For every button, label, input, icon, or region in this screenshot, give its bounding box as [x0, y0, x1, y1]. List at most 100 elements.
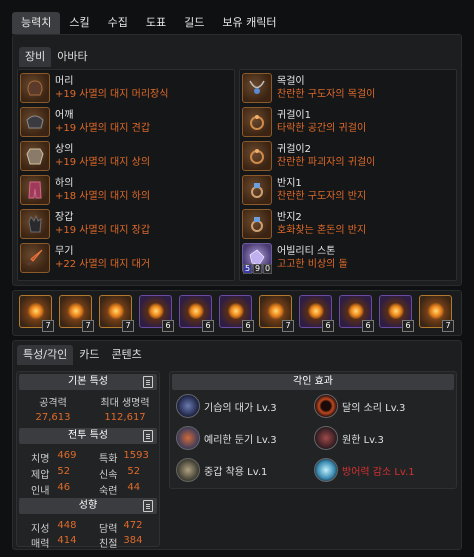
gem-slot[interactable]: 7: [19, 295, 54, 332]
gem-icon: [148, 303, 164, 319]
equip-slot-shoulder[interactable]: 어깨 +19 사멸의 대지 견갑: [20, 105, 150, 139]
tab-skills[interactable]: 스킬: [60, 12, 98, 34]
stat-value: 44: [127, 482, 141, 493]
equip-slot-chest[interactable]: 상의 +19 사멸의 대지 상의: [20, 139, 150, 173]
gem-slot[interactable]: 7: [259, 295, 294, 332]
equip-slot-necklace[interactable]: 목걸이 찬란한 구도자의 목걸이: [242, 71, 375, 105]
stat-label: 특화: [99, 454, 118, 465]
gem-slot[interactable]: 6: [379, 295, 414, 332]
engraving-item[interactable]: 원한 Lv.3: [314, 424, 384, 452]
equip-desc: 찬란한 구도자의 반지: [277, 191, 367, 202]
equip-name: 반지1: [277, 178, 302, 189]
top-nav: 능력치 스킬 수집 도표 길드 보유 캐릭터: [12, 12, 285, 34]
gem-slot[interactable]: 6: [219, 295, 254, 332]
equip-desc: +19 사멸의 대지 견갑: [55, 123, 151, 134]
equipment-left-column: 머리 +19 사멸의 대지 머리장식 어깨 +19 사멸의 대지 견갑 상의 +…: [17, 69, 235, 281]
gloves-icon: [20, 209, 50, 239]
gem-icon: [108, 303, 124, 319]
engraving-name: 달의 소리 Lv.3: [342, 402, 406, 414]
engraving-item[interactable]: 달의 소리 Lv.3: [314, 392, 405, 420]
gem-slot[interactable]: 7: [99, 295, 134, 332]
tendency-kindness: 친절 384: [99, 535, 143, 550]
stat-swiftness: 신속 52: [99, 466, 140, 481]
equipment-panel: 장비 아바타 머리 +19 사멸의 대지 머리장식 어깨 +19 사멸의 대지 …: [12, 34, 462, 286]
hp-label: 최대 생명력: [100, 398, 150, 409]
equip-slot-earring2[interactable]: 귀걸이2 찬란한 파괴자의 귀걸이: [242, 139, 375, 173]
stat-value: 414: [57, 535, 77, 546]
engraving-name: 기습의 대가 Lv.3: [204, 402, 277, 414]
equip-name: 머리: [55, 76, 74, 87]
equip-name: 하의: [55, 178, 74, 189]
equip-slot-head[interactable]: 머리 +19 사멸의 대지 머리장식: [20, 71, 168, 105]
tab-codex[interactable]: 도표: [137, 12, 175, 34]
equip-slot-earring1[interactable]: 귀걸이1 타락한 공간의 귀걸이: [242, 105, 366, 139]
gem-level: 6: [402, 320, 414, 332]
ability-stone-badges: 5 9 0: [243, 264, 273, 274]
engraving-item[interactable]: 예리한 둔기 Lv.3: [176, 424, 277, 452]
engraving-item[interactable]: 기습의 대가 Lv.3: [176, 392, 277, 420]
gem-row: 7 7 7 6 6 6 7 6 6 6 7: [12, 290, 462, 336]
stat-label: 인내: [31, 486, 50, 497]
engraving-name: 예리한 둔기 Lv.3: [204, 434, 277, 446]
tab-characters[interactable]: 보유 캐릭터: [213, 12, 285, 34]
tab-traits-engravings[interactable]: 특성/각인: [17, 345, 74, 365]
equip-slot-ring2[interactable]: 반지2 호화찾는 혼돈의 반지: [242, 207, 366, 241]
equip-slot-gloves[interactable]: 장갑 +19 사멸의 대지 장갑: [20, 207, 150, 241]
engravings-header: 각인 효과: [172, 374, 454, 390]
tab-avatar[interactable]: 아바타: [51, 47, 93, 67]
ring-icon: [242, 209, 272, 239]
gem-slot[interactable]: 7: [59, 295, 94, 332]
tab-equipment[interactable]: 장비: [19, 47, 52, 67]
document-icon[interactable]: [143, 430, 153, 442]
tab-collection[interactable]: 수집: [99, 12, 137, 34]
equip-slot-ability-stone[interactable]: 5 9 0 어빌리티 스톤 고고한 비상의 돌: [242, 241, 348, 275]
stat-label: 친절: [99, 539, 118, 550]
basic-stats-title: 기본 특성: [68, 376, 108, 387]
engravings-card: 각인 효과 기습의 대가 Lv.3 달의 소리 Lv.3 예리한 둔기 Lv.3…: [169, 371, 457, 489]
ring-icon: [242, 175, 272, 205]
helmet-icon: [20, 73, 50, 103]
gem-icon: [68, 303, 84, 319]
gem-slot[interactable]: 6: [139, 295, 174, 332]
equip-desc: +22 사멸의 대지 대거: [55, 259, 151, 270]
equip-name: 장갑: [55, 212, 74, 223]
earring-icon: [242, 141, 272, 171]
equip-slot-ring1[interactable]: 반지1 찬란한 구도자의 반지: [242, 173, 366, 207]
engraving-name: 중갑 착용 Lv.1: [204, 466, 268, 478]
equipment-right-column: 목걸이 찬란한 구도자의 목걸이 귀걸이1 타락한 공간의 귀걸이 귀걸이2 찬…: [239, 69, 457, 281]
shoulder-icon: [20, 107, 50, 137]
tab-contents[interactable]: 콘텐츠: [105, 345, 147, 365]
engraving-name: 원한 Lv.3: [342, 434, 384, 446]
gem-level: 7: [82, 320, 94, 332]
document-icon[interactable]: [143, 500, 153, 512]
tab-guild[interactable]: 길드: [175, 12, 213, 34]
document-icon[interactable]: [143, 376, 153, 388]
heavy-armor-icon: [176, 458, 200, 482]
gem-slot[interactable]: 7: [419, 295, 454, 332]
gem-slot[interactable]: 6: [299, 295, 334, 332]
gem-slot[interactable]: 6: [179, 295, 214, 332]
equip-desc: 타락한 공간의 귀걸이: [277, 123, 367, 134]
stat-expertise: 숙련 44: [99, 482, 140, 497]
engraving-item[interactable]: 방어력 감소 Lv.1: [314, 456, 415, 484]
equip-desc: +19 사멸의 대지 장갑: [55, 225, 151, 236]
equip-desc: +19 사멸의 대지 상의: [55, 157, 151, 168]
equip-name: 상의: [55, 144, 74, 155]
gem-icon: [348, 303, 364, 319]
gem-icon: [268, 303, 284, 319]
stat-label: 치명: [31, 454, 50, 465]
engraving-item[interactable]: 중갑 착용 Lv.1: [176, 456, 267, 484]
stat-value: 384: [123, 535, 143, 546]
gem-slot[interactable]: 6: [339, 295, 374, 332]
equip-slot-weapon[interactable]: 무기 +22 사멸의 대지 대거: [20, 241, 150, 275]
traits-subtabs: 특성/각인 카드 콘텐츠: [17, 345, 148, 365]
attack-stat: 공격력 27,613: [17, 394, 89, 423]
stat-value: 1593: [123, 450, 149, 461]
tab-stats[interactable]: 능력치: [12, 12, 61, 34]
tendency-courage: 담력 472: [99, 520, 143, 535]
tab-cards[interactable]: 카드: [73, 345, 105, 365]
equip-name: 목걸이: [277, 76, 305, 87]
ambush-icon: [176, 394, 200, 418]
equip-slot-pants[interactable]: 하의 +18 사멸의 대지 하의: [20, 173, 150, 207]
stats-card: 기본 특성 공격력 27,613 최대 생명력 112,617 전투 특성 치명…: [16, 371, 160, 550]
